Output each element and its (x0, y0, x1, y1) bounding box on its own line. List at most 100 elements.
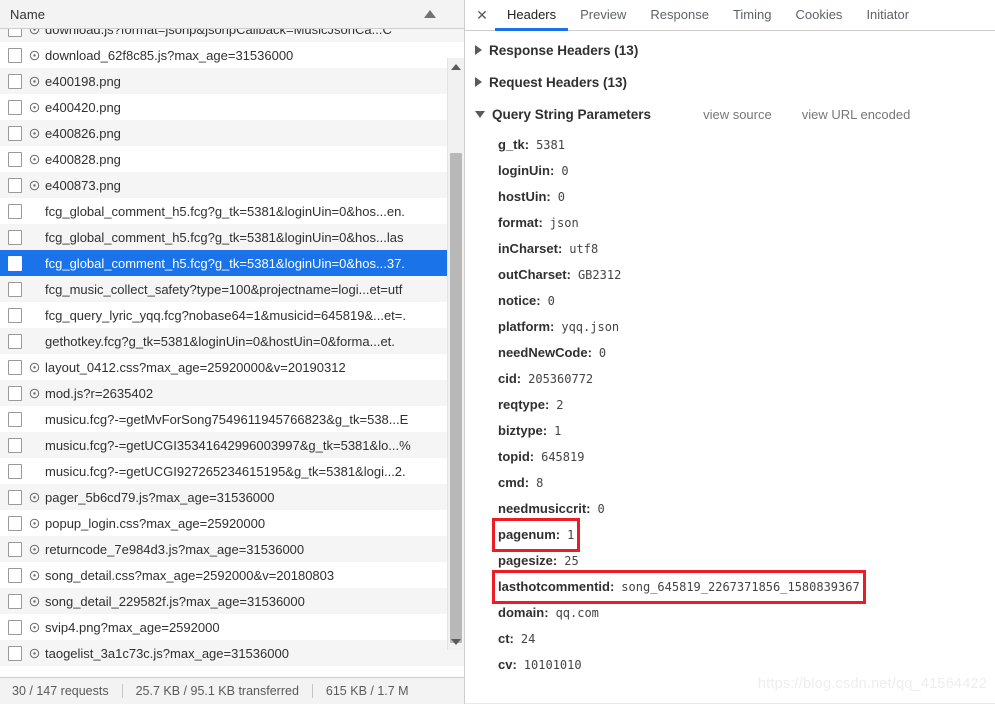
resource-type-icon (28, 569, 41, 582)
request-row[interactable]: musicu.fcg?-=getUCGI927265234615195&g_tk… (0, 458, 464, 484)
request-row[interactable]: returncode_7e984d3.js?max_age=31536000 (0, 536, 464, 562)
request-row-checkbox[interactable] (8, 307, 22, 323)
tab-preview[interactable]: Preview (568, 0, 638, 31)
request-row[interactable]: song_detail.css?max_age=2592000&v=201808… (0, 562, 464, 588)
query-parameter-row: notice: 0 (465, 288, 995, 314)
chevron-down-icon[interactable] (475, 110, 485, 118)
request-row[interactable]: fcg_music_collect_safety?type=100&projec… (0, 276, 464, 302)
query-parameter-row: inCharset: utf8 (465, 236, 995, 262)
request-row[interactable]: mod.js?r=2635402 (0, 380, 464, 406)
query-parameter-row: needNewCode: 0 (465, 340, 995, 366)
tab-cookies[interactable]: Cookies (783, 0, 854, 31)
request-row[interactable]: download_62f8c85.js?max_age=31536000 (0, 42, 464, 68)
request-row[interactable]: popup_login.css?max_age=25920000 (0, 510, 464, 536)
request-row[interactable]: e400828.png (0, 146, 464, 172)
request-row-checkbox[interactable] (8, 47, 22, 63)
chevron-right-icon[interactable] (475, 45, 482, 55)
request-row-checkbox[interactable] (8, 203, 22, 219)
request-row-checkbox[interactable] (8, 489, 22, 505)
request-row[interactable]: fcg_global_comment_h5.fcg?g_tk=5381&logi… (0, 198, 464, 224)
query-parameter-value: song_645819_2267371856_1580839367 (621, 580, 860, 594)
request-row[interactable]: pager_5b6cd79.js?max_age=31536000 (0, 484, 464, 510)
request-list-scrollbar[interactable] (447, 58, 464, 650)
request-row[interactable]: fcg_global_comment_h5.fcg?g_tk=5381&logi… (0, 250, 464, 276)
query-parameter-key: reqtype: (498, 397, 550, 412)
query-string-parameters-section-header[interactable]: Query String Parameters view source view… (465, 98, 995, 130)
resource-type-icon (28, 491, 41, 504)
request-row[interactable]: taogelist_3a1c73c.js?max_age=31536000 (0, 640, 464, 666)
tab-timing[interactable]: Timing (721, 0, 784, 31)
request-row-name: fcg_global_comment_h5.fcg?g_tk=5381&logi… (45, 255, 405, 271)
request-row-checkbox[interactable] (8, 359, 22, 375)
request-row[interactable]: fcg_query_lyric_yqq.fcg?nobase64=1&music… (0, 302, 464, 328)
status-transferred: 25.7 KB / 95.1 KB transferred (135, 684, 299, 698)
request-row-checkbox[interactable] (8, 411, 22, 427)
request-row[interactable]: e400826.png (0, 120, 464, 146)
scroll-down-arrow-icon[interactable] (448, 633, 464, 650)
request-row-checkbox[interactable] (8, 541, 22, 557)
column-header-name[interactable]: Name (10, 7, 45, 22)
request-row-checkbox[interactable] (8, 567, 22, 583)
query-string-parameters-title: Query String Parameters (492, 106, 652, 122)
request-row-checkbox[interactable] (8, 229, 22, 245)
request-list-body[interactable]: download.js?format=jsonp&jsonpCallback=M… (0, 29, 464, 677)
tab-initiator[interactable]: Initiator (854, 0, 921, 31)
query-parameter-row: pagesize: 25 (465, 548, 995, 574)
request-row-checkbox[interactable] (8, 255, 22, 271)
sort-ascending-icon[interactable] (424, 10, 436, 18)
request-row-checkbox[interactable] (8, 593, 22, 609)
request-row-checkbox[interactable] (8, 281, 22, 297)
request-row-checkbox[interactable] (8, 437, 22, 453)
request-row[interactable]: musicu.fcg?-=getUCGI35341642996003997&g_… (0, 432, 464, 458)
request-row[interactable]: download.js?format=jsonp&jsonpCallback=M… (0, 29, 464, 42)
scrollbar-thumb[interactable] (450, 153, 462, 643)
request-row[interactable]: e400420.png (0, 94, 464, 120)
request-row-checkbox[interactable] (8, 29, 22, 37)
request-row[interactable]: song_detail_229582f.js?max_age=31536000 (0, 588, 464, 614)
query-parameter-pair: ct: 24 (495, 625, 538, 653)
request-row[interactable]: svip4.png?max_age=2592000 (0, 614, 464, 640)
request-row[interactable]: gethotkey.fcg?g_tk=5381&loginUin=0&hostU… (0, 328, 464, 354)
resource-type-icon (28, 127, 41, 140)
request-row-checkbox[interactable] (8, 385, 22, 401)
request-list-column-header[interactable]: Name (0, 0, 464, 29)
section-header[interactable]: Response Headers (13) (465, 34, 995, 66)
request-row[interactable]: e400198.png (0, 68, 464, 94)
request-row[interactable]: e400873.png (0, 172, 464, 198)
request-details-pane: ✕ Headers Preview Response Timing Cookies Ini… (465, 0, 995, 704)
resource-type-icon (28, 621, 41, 634)
tab-headers[interactable]: Headers (495, 0, 569, 31)
resource-type-icon (28, 361, 41, 374)
request-row-checkbox[interactable] (8, 463, 22, 479)
query-parameter-row: cid: 205360772 (465, 366, 995, 392)
status-resources: 615 KB / 1.7 M (325, 684, 409, 698)
view-source-link[interactable]: view source (703, 107, 772, 122)
chevron-right-icon[interactable] (475, 77, 482, 87)
request-row[interactable]: musicu.fcg?-=getMvForSong754961194576682… (0, 406, 464, 432)
request-row[interactable]: fcg_global_comment_h5.fcg?g_tk=5381&logi… (0, 224, 464, 250)
query-parameter-key: cid: (498, 371, 522, 386)
query-parameter-value: 0 (547, 294, 555, 308)
request-row-checkbox[interactable] (8, 333, 22, 349)
status-requests-count: 30 / 147 requests (12, 684, 109, 698)
request-row-checkbox[interactable] (8, 619, 22, 635)
request-row-checkbox[interactable] (8, 151, 22, 167)
query-parameter-value: 0 (561, 164, 569, 178)
request-row-checkbox[interactable] (8, 515, 22, 531)
query-parameter-row: cv: 10101010 (465, 652, 995, 678)
request-row-checkbox[interactable] (8, 645, 22, 661)
scroll-up-arrow-icon[interactable] (448, 58, 464, 75)
view-url-encoded-link[interactable]: view URL encoded (802, 107, 911, 122)
request-row[interactable]: layout_0412.css?max_age=25920000&v=20190… (0, 354, 464, 380)
query-parameter-key: pagesize: (498, 553, 558, 568)
close-icon[interactable]: ✕ (469, 0, 495, 30)
watermark-text: https://blog.csdn.net/qq_41564422 (757, 676, 987, 692)
resource-type-icon (28, 387, 41, 400)
request-row-checkbox[interactable] (8, 73, 22, 89)
request-row-checkbox[interactable] (8, 177, 22, 193)
request-row-checkbox[interactable] (8, 125, 22, 141)
request-row-checkbox[interactable] (8, 99, 22, 115)
tab-response[interactable]: Response (638, 0, 721, 31)
details-tab-bar: ✕ Headers Preview Response Timing Cookies Ini… (465, 0, 995, 31)
section-header[interactable]: Request Headers (13) (465, 66, 995, 98)
